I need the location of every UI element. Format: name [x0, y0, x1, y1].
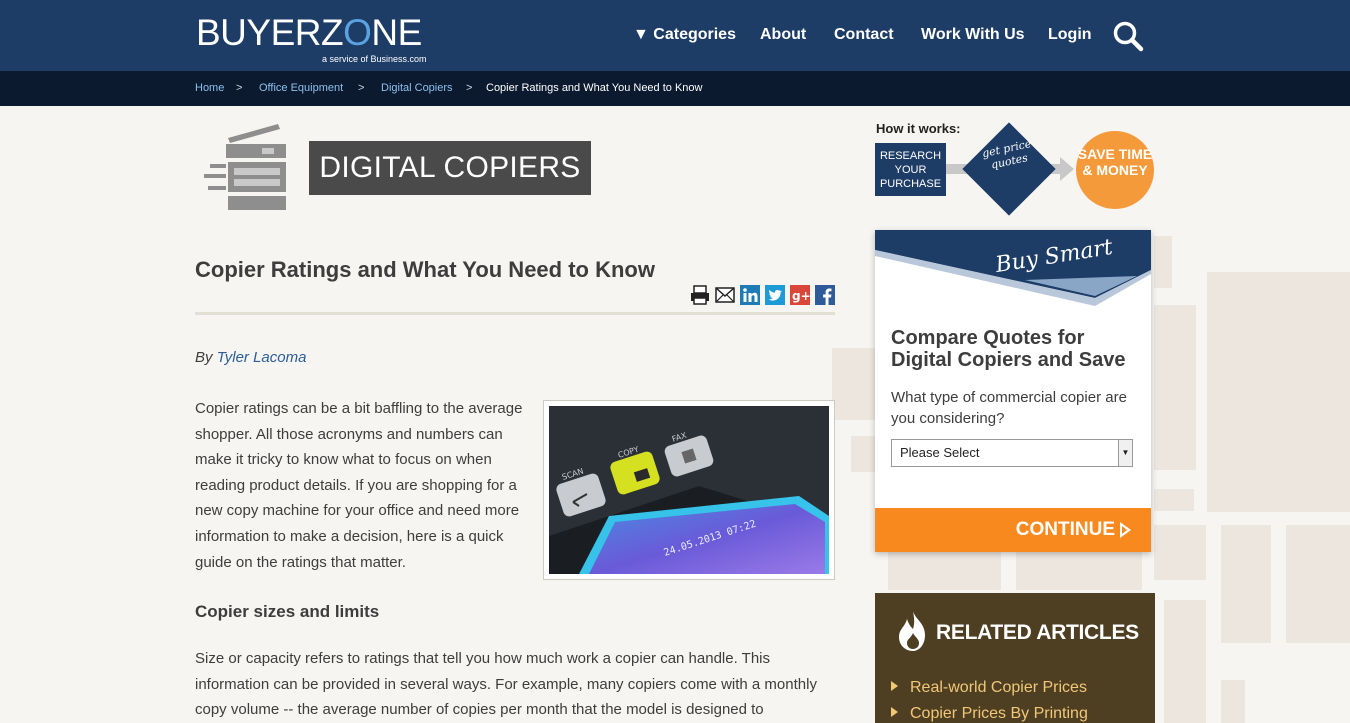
article-body: Size or capacity refers to ratings that … — [195, 650, 817, 719]
background-tile — [1154, 489, 1194, 511]
related-articles-title: RELATED ARTICLES — [936, 621, 1139, 644]
byline: By Tyler Lacoma — [195, 349, 306, 366]
twitter-icon[interactable] — [765, 285, 785, 305]
googleplus-icon[interactable]: g+ — [790, 285, 810, 305]
linkedin-icon[interactable] — [740, 285, 760, 305]
section-heading: Copier sizes and limits — [195, 602, 380, 621]
breadcrumb-separator: > — [358, 82, 365, 94]
dropdown-arrow-icon: ▼ — [1118, 440, 1132, 466]
continue-label: CONTINUE — [1015, 519, 1115, 540]
logo-tagline: a service of Business.com — [322, 54, 427, 64]
select-value: Please Select — [900, 445, 980, 460]
related-articles: RELATED ARTICLES Real-world Copier Price… — [875, 593, 1155, 723]
svg-text:g+: g+ — [792, 289, 810, 303]
quote-form: Buy Smart Compare Quotes for Digital Cop… — [875, 230, 1151, 552]
author-link[interactable]: Tyler Lacoma — [217, 349, 307, 366]
article-photo: SCAN COPY FAX 24.05.2013 07:22 — [543, 400, 835, 580]
nav-contact[interactable]: Contact — [834, 26, 894, 44]
bullet-arrow-icon — [891, 681, 898, 691]
background-tile — [1154, 305, 1196, 470]
background-tile — [1154, 525, 1206, 580]
copier-panel-illustration: SCAN COPY FAX 24.05.2013 07:22 — [549, 406, 829, 574]
how-it-works-label: How it works: — [876, 121, 961, 136]
breadcrumb-digital-copiers[interactable]: Digital Copiers — [381, 82, 453, 94]
email-icon[interactable] — [715, 285, 735, 305]
background-tile — [1286, 525, 1350, 643]
related-article-link[interactable]: Real-world Copier Prices — [891, 679, 1087, 697]
print-icon[interactable] — [690, 285, 710, 305]
quote-form-title: Compare Quotes for Digital Copiers and S… — [891, 327, 1126, 371]
nav-categories[interactable]: ▼ Categories — [633, 26, 736, 44]
bullet-arrow-icon — [891, 707, 898, 717]
background-tile — [1016, 552, 1142, 590]
how-step-research: RESEARCH YOUR PURCHASE — [875, 143, 946, 196]
continue-button[interactable]: CONTINUE — [875, 508, 1151, 552]
breadcrumb-office-equipment[interactable]: Office Equipment — [259, 82, 343, 94]
search-icon[interactable] — [1112, 20, 1144, 52]
arrow-icon — [1060, 157, 1074, 181]
breadcrumb-separator: > — [236, 82, 243, 94]
flame-icon — [899, 611, 925, 651]
background-tile — [1221, 525, 1271, 643]
category-banner: DIGITAL COPIERS — [309, 141, 591, 195]
related-article-link[interactable]: Copier Prices By Printing — [891, 705, 1088, 723]
background-tile — [1164, 600, 1206, 723]
background-tile — [851, 436, 877, 472]
copier-panel-image: SCAN COPY FAX 24.05.2013 07:22 — [549, 406, 829, 574]
breadcrumb-home[interactable]: Home — [195, 82, 224, 94]
background-tile — [1154, 236, 1172, 288]
title-divider — [195, 312, 835, 315]
facebook-icon[interactable] — [815, 285, 835, 305]
article-title: Copier Ratings and What You Need to Know — [195, 257, 655, 282]
copier-icon — [204, 124, 286, 210]
background-tile — [1207, 272, 1350, 512]
article-intro: Copier ratings can be a bit baffling to … — [195, 400, 523, 571]
byline-prefix: By — [195, 349, 213, 366]
quote-form-question: What type of commercial copier are you c… — [891, 389, 1127, 427]
copier-type-select[interactable]: Please Select ▼ — [891, 439, 1133, 467]
breadcrumb: Home > Office Equipment > Digital Copier… — [0, 71, 1350, 106]
play-arrow-icon — [1120, 522, 1131, 538]
background-tile — [1221, 680, 1245, 723]
breadcrumb-current: Copier Ratings and What You Need to Know — [486, 82, 703, 94]
nav-work-with-us[interactable]: Work With Us — [921, 26, 1025, 44]
background-tile — [832, 348, 877, 420]
breadcrumb-separator: > — [466, 82, 473, 94]
how-step-save: SAVE TIME & MONEY — [1076, 131, 1154, 209]
nav-about[interactable]: About — [760, 26, 806, 44]
site-header: BUYERZONE a service of Business.com ▼ Ca… — [0, 0, 1350, 71]
nav-login[interactable]: Login — [1048, 26, 1092, 44]
main-nav: ▼ Categories About Contact Work With Us … — [0, 26, 1350, 46]
background-tile — [888, 552, 1001, 590]
